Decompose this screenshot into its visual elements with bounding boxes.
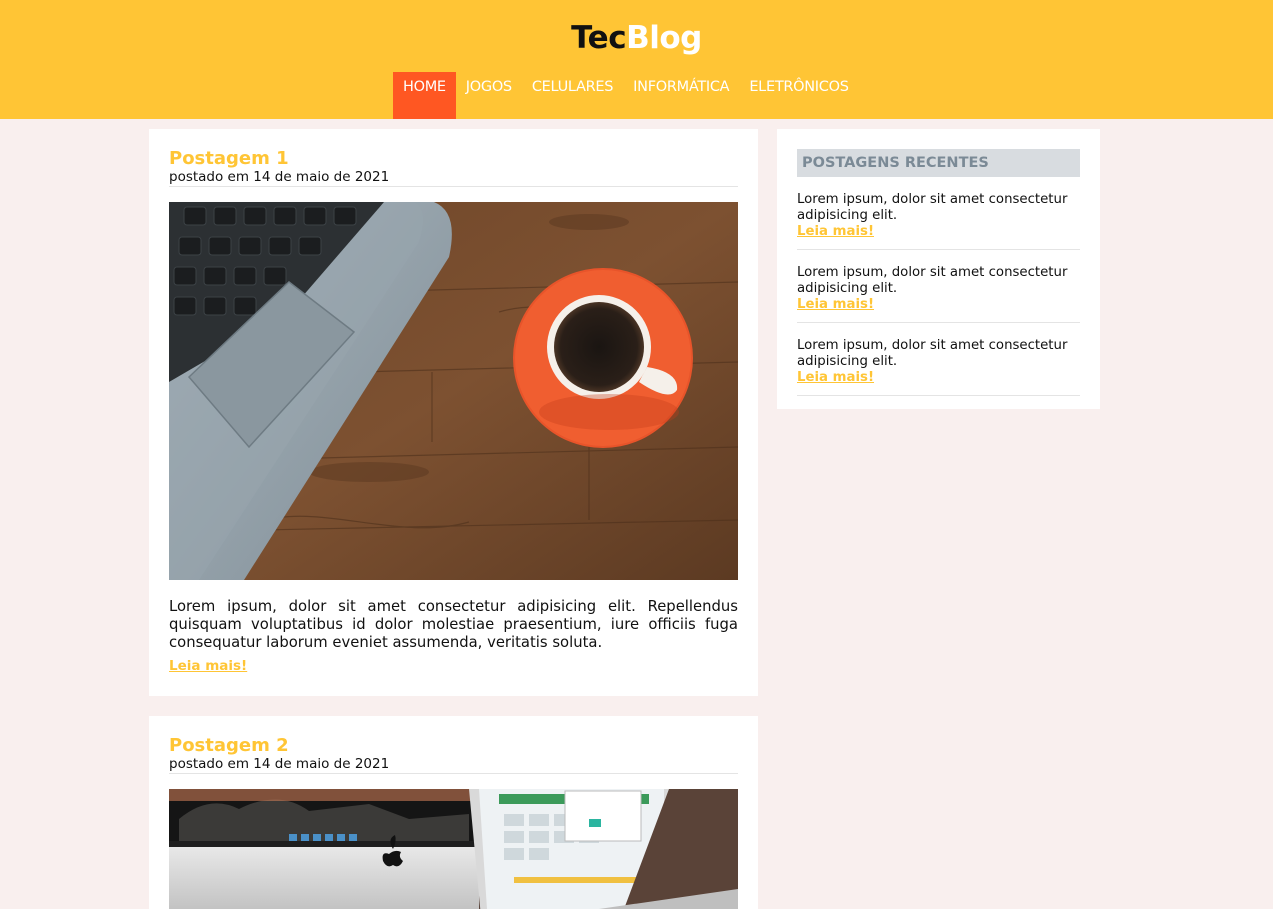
recent-post-item: Lorem ipsum, dolor sit amet consectetur … (797, 177, 1080, 250)
logo-part-tec: Tec (571, 20, 627, 56)
sidebar-title: POSTAGENS RECENTES (797, 149, 1080, 177)
post-title[interactable]: Postagem 2 (169, 736, 738, 756)
read-more-link[interactable]: Leia mais! (797, 224, 874, 240)
main-nav: HOME JOGOS CELULARES INFORMÁTICA ELETRÔN… (393, 72, 859, 119)
read-more-link[interactable]: Leia mais! (797, 297, 874, 313)
post-card: Postagem 2 postado em 14 de maio de 2021 (149, 716, 758, 909)
recent-post-text: Lorem ipsum, dolor sit amet consectetur … (797, 192, 1068, 223)
site-header: TecBlog HOME JOGOS CELULARES INFORMÁTICA… (0, 0, 1273, 119)
recent-post-text: Lorem ipsum, dolor sit amet consectetur … (797, 265, 1068, 296)
nav-item-jogos[interactable]: JOGOS (456, 72, 522, 119)
read-more-link[interactable]: Leia mais! (797, 370, 874, 386)
post-date: postado em 14 de maio de 2021 (169, 756, 738, 774)
recent-posts-sidebar: POSTAGENS RECENTES Lorem ipsum, dolor si… (777, 129, 1100, 409)
recent-post-text: Lorem ipsum, dolor sit amet consectetur … (797, 338, 1068, 369)
post-date: postado em 14 de maio de 2021 (169, 169, 738, 187)
post-image[interactable] (169, 202, 738, 580)
post-title[interactable]: Postagem 1 (169, 149, 738, 169)
site-logo[interactable]: TecBlog (0, 18, 1273, 58)
post-card: Postagem 1 postado em 14 de maio de 2021 (149, 129, 758, 696)
nav-item-celulares[interactable]: CELULARES (522, 72, 623, 119)
logo-part-blog: Blog (626, 20, 702, 56)
imac-and-macbook-photo (169, 789, 738, 909)
post-image[interactable] (169, 789, 738, 909)
laptop-and-coffee-cup-photo (169, 202, 738, 580)
recent-post-item: Lorem ipsum, dolor sit amet consectetur … (797, 250, 1080, 323)
nav-item-home[interactable]: HOME (393, 72, 456, 119)
post-excerpt: Lorem ipsum, dolor sit amet consectetur … (169, 598, 738, 651)
recent-post-item: Lorem ipsum, dolor sit amet consectetur … (797, 323, 1080, 396)
nav-item-informatica[interactable]: INFORMÁTICA (623, 72, 739, 119)
nav-item-eletronicos[interactable]: ELETRÔNICOS (739, 72, 858, 119)
read-more-link[interactable]: Leia mais! (169, 658, 247, 674)
